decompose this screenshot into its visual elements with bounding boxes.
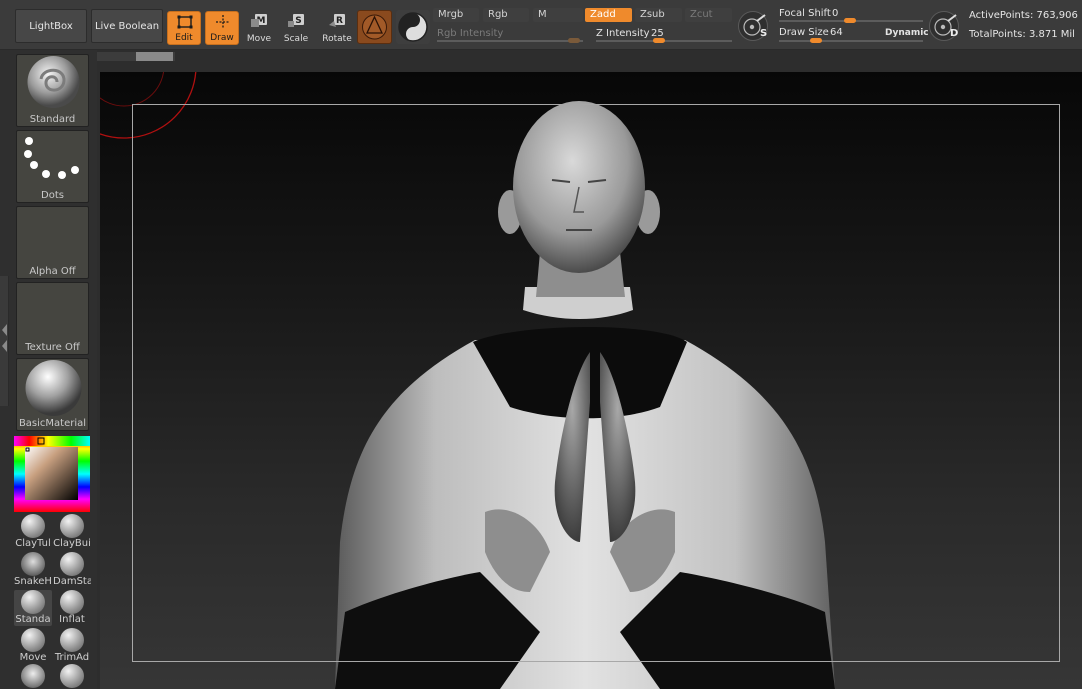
lightbox-button[interactable]: LightBox [15,9,87,43]
rgb-intensity-label: Rgb Intensity [437,28,504,39]
focal-shift-value: 0 [832,8,839,19]
edit-tool-button[interactable]: Edit [167,11,201,45]
rotate-icon: R [329,14,345,27]
move-brush-icon [21,628,45,652]
extra-brush-icon [21,664,45,688]
svg-text:S: S [295,16,301,26]
stroke-selector[interactable]: Dots [16,130,89,203]
brush-name: Move [19,652,47,663]
document-bounds [132,104,1060,662]
alpha-selector[interactable]: Alpha Off [16,206,89,279]
texture-selector[interactable]: Texture Off [16,282,89,355]
move-tool-label: Move [246,34,272,44]
rgb-button[interactable]: Rgb [483,8,529,22]
material-selector[interactable]: BasicMaterial [16,358,89,431]
active-points: ActivePoints: 763,906 [969,10,1078,21]
color-wheel-icon [14,436,90,512]
material-sphere-icon [25,360,82,416]
damstandard-brush-icon [60,552,84,576]
scale-tool-button[interactable]: S Scale [279,11,313,45]
m-button[interactable]: M [533,8,583,22]
chevron-left-icon [2,324,7,352]
draw-size-thumb[interactable] [810,38,822,43]
d-label: D [950,28,959,39]
material-selector-label: BasicMaterial [18,418,87,429]
focal-shift-thumb[interactable] [844,18,856,23]
s-label: S [760,28,768,39]
dots-stroke-icon [24,137,79,179]
brush-claybuildup[interactable]: ClayBui [53,514,91,550]
left-tray-handle[interactable] [0,276,9,406]
edit-tool-label: Edit [175,33,193,43]
rgb-intensity-slider[interactable] [437,40,583,42]
brush-snakehook[interactable]: SnakeH [14,552,52,588]
brush-extra-2[interactable] [53,664,91,689]
scroll-knob[interactable] [136,52,173,61]
trimadaptive-brush-icon [60,628,84,652]
rotate-tool-button[interactable]: R Rotate [320,11,354,45]
mrgb-button[interactable]: Mrgb [433,8,479,22]
zsub-button[interactable]: Zsub [635,8,682,22]
brush-name: SnakeH [14,576,52,587]
scale-icon: S [288,14,304,27]
edit-icon [177,15,193,29]
rgb-intensity-thumb[interactable] [568,38,580,43]
brush-move[interactable]: Move [14,628,52,664]
brush-name: DamSta [53,576,91,587]
brush-name: Inflat [59,614,85,625]
brush-selector-label: Standard [29,114,76,125]
claytubes-brush-icon [21,514,45,538]
alpha-selector-label: Alpha Off [29,266,76,277]
total-points: TotalPoints: 3.871 Mil [969,29,1075,40]
scale-tool-label: Scale [283,34,309,44]
document-scrollbar[interactable] [97,52,175,61]
document-canvas[interactable] [100,72,1082,689]
yin-yang-icon [398,12,428,42]
brush-standard[interactable]: Standa [14,590,52,626]
draw-icon [216,15,230,29]
z-intensity-thumb[interactable] [653,38,665,43]
stroke-selector-label: Dots [41,190,64,201]
draw-size-label: Draw Size [779,27,829,38]
dynamic-button[interactable]: Dynamic [885,27,929,39]
draw-size-value: 64 [830,27,843,38]
inflate-brush-icon [60,590,84,614]
texture-selector-label: Texture Off [25,342,80,353]
svg-text:R: R [336,16,343,26]
top-toolbar: LightBox Live Boolean Edit Draw M Move S… [0,0,1082,50]
solo-button[interactable] [396,10,430,44]
brush-name: ClayBui [53,538,91,549]
brush-name: Standa [15,614,51,625]
brush-claytubes[interactable]: ClayTul [14,514,52,550]
draw-tool-label: Draw [210,33,234,43]
focal-shift-label: Focal Shift [779,8,831,19]
rotate-tool-label: Rotate [322,34,352,44]
draw-tool-button[interactable]: Draw [205,11,239,45]
color-picker[interactable] [14,436,90,512]
move-icon: M [251,14,267,27]
brush-extra-1[interactable] [14,664,52,689]
brush-trimadaptive[interactable]: TrimAd [53,628,91,664]
claybuildup-brush-icon [60,514,84,538]
brush-name: TrimAd [54,652,90,663]
standard-brush-small-icon [21,590,45,614]
live-boolean-button[interactable]: Live Boolean [91,9,163,43]
snakehook-brush-icon [21,552,45,576]
brush-damstandard[interactable]: DamSta [53,552,91,588]
move-tool-button[interactable]: M Move [242,11,276,45]
zcut-button[interactable]: Zcut [685,8,732,22]
gizmo-icon [362,14,387,40]
transp-button[interactable] [357,10,392,44]
z-intensity-label: Z Intensity [596,28,650,39]
brush-name: ClayTul [15,538,51,549]
extra-brush-icon [60,664,84,688]
draw-size-slider[interactable] [779,40,923,42]
brush-inflate[interactable]: Inflat [53,590,91,626]
brush-selector[interactable]: Standard [16,54,89,127]
zadd-button[interactable]: Zadd [585,8,632,22]
standard-brush-icon [27,56,80,108]
